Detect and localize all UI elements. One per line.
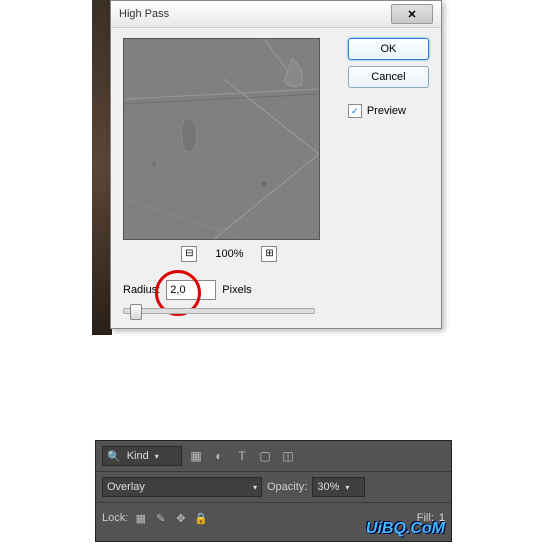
dialog-right-column: OK Cancel ✓ Preview [348, 38, 429, 314]
lock-label: Lock: [102, 512, 128, 524]
checkmark-icon: ✓ [351, 106, 359, 117]
high-pass-dialog: High Pass ✕ [110, 0, 442, 329]
opacity-label: Opacity: [267, 481, 307, 493]
filter-smart-icon[interactable]: ◫ [279, 447, 297, 465]
preview-checkbox[interactable]: ✓ [348, 104, 362, 118]
lock-icons-group: ▦ ✎ ✥ 🔒 [133, 511, 208, 526]
dialog-left-column: ⊟ 100% ⊞ Radius: Pixels [123, 38, 336, 314]
layers-panel: 🔍 Kind ▾ ▦ ◐ T ▢ ◫ Overlay ▾ Opacity: 30… [95, 440, 452, 542]
radius-row: Radius: Pixels [123, 280, 336, 300]
lock-pixels-icon[interactable]: ✎ [153, 511, 168, 526]
watermark-logo: UiBQ.CoM [366, 520, 445, 538]
filter-adjustment-icon[interactable]: ◐ [210, 447, 228, 465]
layer-filter-row: 🔍 Kind ▾ ▦ ◐ T ▢ ◫ [96, 441, 451, 472]
zoom-in-button[interactable]: ⊞ [261, 246, 277, 262]
background-strip [92, 0, 112, 335]
filter-shape-icon[interactable]: ▢ [256, 447, 274, 465]
dialog-titlebar[interactable]: High Pass ✕ [111, 1, 441, 28]
filter-preview[interactable] [123, 38, 320, 240]
preview-label: Preview [367, 105, 406, 117]
search-icon: 🔍 [107, 450, 121, 463]
lock-transparency-icon[interactable]: ▦ [133, 511, 148, 526]
kind-filter-select[interactable]: 🔍 Kind ▾ [102, 446, 182, 466]
radius-input[interactable] [166, 280, 216, 300]
filter-type-icon[interactable]: T [233, 447, 251, 465]
cancel-label: Cancel [371, 71, 405, 83]
minus-icon: ⊟ [185, 249, 193, 259]
plus-icon: ⊞ [265, 249, 273, 259]
chevron-down-icon: ▾ [155, 452, 159, 461]
preview-content [124, 39, 319, 239]
chevron-down-icon: ▾ [253, 483, 257, 492]
cancel-button[interactable]: Cancel [348, 66, 429, 88]
opacity-value: 30% [317, 481, 339, 493]
blend-value: Overlay [107, 481, 145, 493]
blend-opacity-row: Overlay ▾ Opacity: 30% ▾ [96, 472, 451, 503]
lock-position-icon[interactable]: ✥ [173, 511, 188, 526]
zoom-percent: 100% [215, 248, 243, 260]
radius-slider[interactable] [123, 308, 315, 314]
blend-mode-select[interactable]: Overlay ▾ [102, 477, 262, 497]
radius-label: Radius: [123, 284, 160, 296]
radius-unit: Pixels [222, 284, 251, 296]
ok-label: OK [380, 43, 396, 55]
zoom-out-button[interactable]: ⊟ [181, 246, 197, 262]
preview-checkbox-row: ✓ Preview [348, 104, 429, 118]
ok-button[interactable]: OK [348, 38, 429, 60]
close-icon: ✕ [407, 8, 416, 21]
opacity-select[interactable]: 30% ▾ [312, 477, 365, 497]
kind-value: Kind [127, 450, 149, 462]
chevron-down-icon: ▾ [345, 483, 349, 492]
filter-pixel-icon[interactable]: ▦ [187, 447, 205, 465]
close-button[interactable]: ✕ [391, 4, 433, 24]
zoom-controls: ⊟ 100% ⊞ [123, 246, 336, 262]
lock-all-icon[interactable]: 🔒 [193, 511, 208, 526]
slider-thumb[interactable] [130, 304, 142, 320]
dialog-title: High Pass [119, 8, 169, 20]
dialog-body: ⊟ 100% ⊞ Radius: Pixels OK Can [111, 28, 441, 328]
